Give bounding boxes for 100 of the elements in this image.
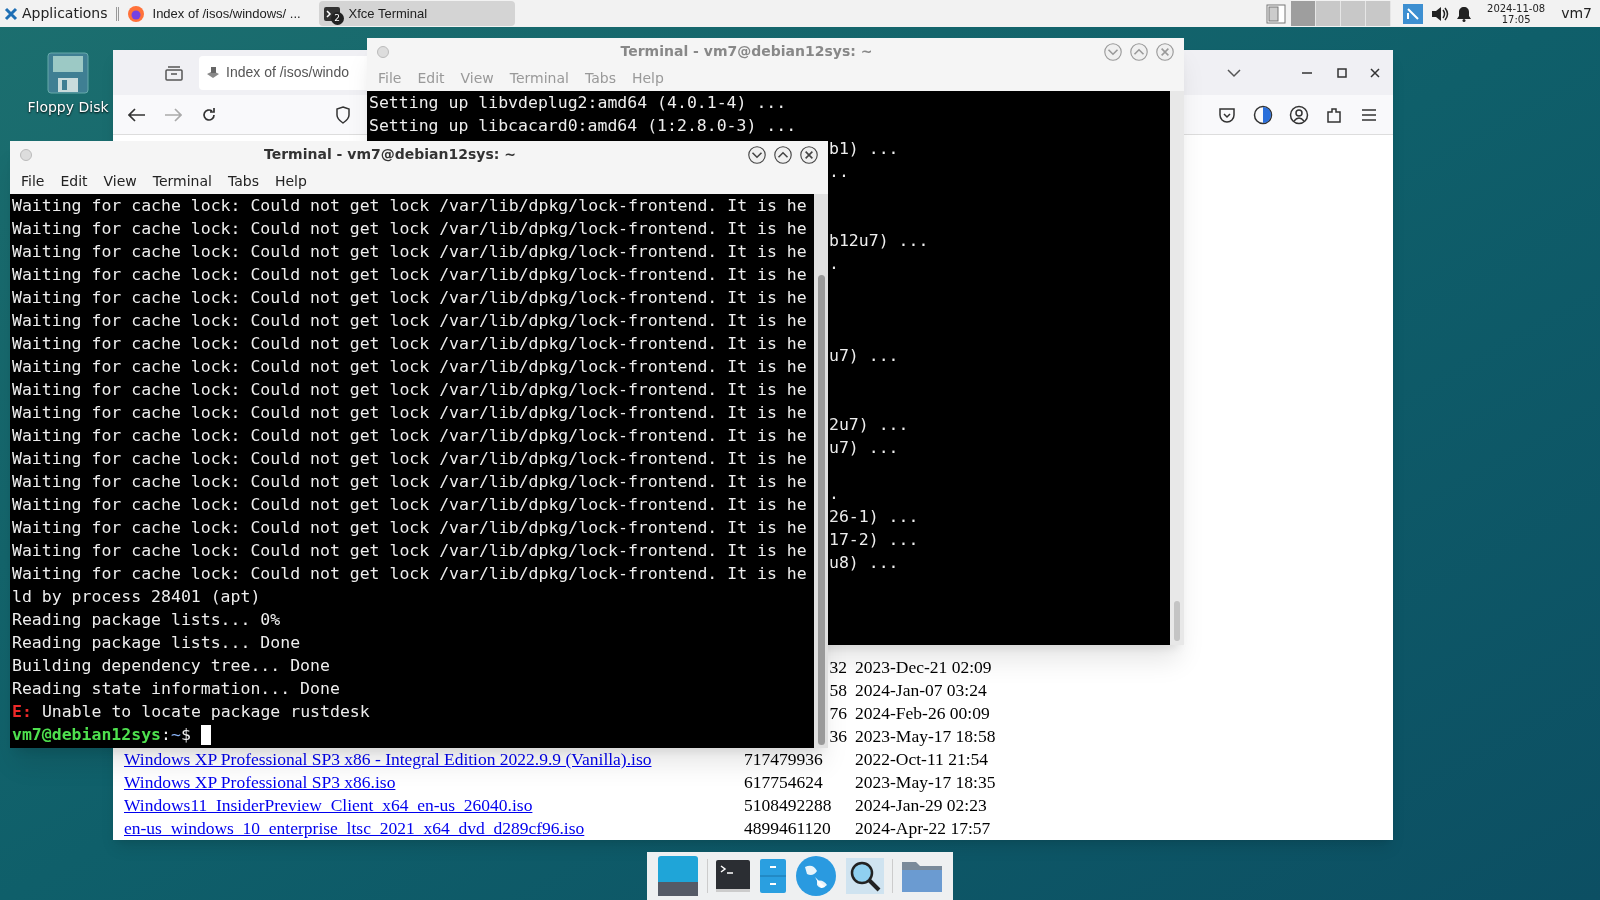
- file-link[interactable]: en-us_windows_10_enterprise_ltsc_2021_x64_dvd_d289cf96.iso: [124, 818, 585, 839]
- terminal-line: Waiting for cache lock: Could not get lock /var/lib/dpkg/lock-frontend. It is he: [12, 495, 807, 514]
- terminal-line: 17-2) ...: [829, 530, 919, 549]
- file-date: 2023-Dec-21 02:09: [855, 656, 992, 680]
- search-icon[interactable]: [844, 857, 885, 895]
- file-link[interactable]: Windows XP Professional SP3 x86.iso: [124, 772, 396, 793]
- terminal-icon[interactable]: [715, 859, 752, 893]
- terminal-line: u7) ...: [829, 438, 899, 457]
- file-size: 76: [829, 703, 847, 724]
- file-size: 4899461120: [744, 818, 831, 839]
- file-cabinet-icon[interactable]: [759, 858, 788, 894]
- close-icon[interactable]: [800, 145, 818, 164]
- notification-bell-icon[interactable]: [1457, 5, 1472, 22]
- terminal-line: Setting up libvdeplug2:amd64 (4.0.1-4) ...: [369, 93, 787, 112]
- terminal-line: Waiting for cache lock: Could not get lock /var/lib/dpkg/lock-frontend. It is he: [12, 403, 807, 422]
- applications-menu[interactable]: Applications: [0, 0, 116, 27]
- reload-icon[interactable]: [201, 106, 217, 123]
- terminal-line: Waiting for cache lock: Could not get lock /var/lib/dpkg/lock-frontend. It is he: [12, 426, 807, 445]
- window-title: Terminal - vm7@debian12sys: ~: [619, 42, 874, 61]
- file-size: 32: [829, 657, 847, 678]
- terminal-line: Waiting for cache lock: Could not get lock /var/lib/dpkg/lock-frontend. It is he: [12, 380, 807, 399]
- browser-icon: [126, 4, 145, 23]
- terminal-line: 2u7) ...: [829, 415, 909, 434]
- terminal-line: ld by process 28401 (apt): [12, 587, 261, 606]
- menu-item[interactable]: Help: [267, 170, 314, 192]
- terminal-line: Waiting for cache lock: Could not get lock /var/lib/dpkg/lock-frontend. It is he: [12, 265, 807, 284]
- terminal-line: Setting up libcacard0:amd64 (1:2.8.0-3) ...: [369, 116, 797, 135]
- terminal-line: u7) ...: [829, 346, 899, 365]
- back-arrow-icon[interactable]: [128, 107, 146, 122]
- terminal-line: Reading package lists... Done: [12, 633, 301, 652]
- terminal-icon: [322, 4, 341, 23]
- terminal-line: ..: [829, 162, 849, 181]
- pocket-icon[interactable]: [1218, 105, 1236, 124]
- globe-icon[interactable]: [794, 855, 837, 897]
- account-icon[interactable]: [1289, 104, 1309, 125]
- terminal-line: Building dependency tree... Done: [12, 656, 330, 675]
- terminal-line: Waiting for cache lock: Could not get lock /var/lib/dpkg/lock-frontend. It is he: [12, 242, 807, 261]
- terminal-line: Waiting for cache lock: Could not get lock /var/lib/dpkg/lock-frontend. It is he: [12, 541, 807, 560]
- file-size: 5108492288: [744, 795, 832, 816]
- maximize-icon[interactable]: [1336, 66, 1348, 79]
- desktop-icon[interactable]: [657, 855, 699, 897]
- file-date: 2022-Oct-11 21:54: [855, 748, 988, 772]
- file-size: 717479936: [744, 749, 823, 770]
- minimize-icon[interactable]: [748, 145, 766, 164]
- file-date: 2024-Jan-07 03:24: [855, 679, 987, 703]
- maximize-icon[interactable]: [774, 145, 792, 164]
- file-link[interactable]: Windows XP Professional SP3 x86 - Integral Edition 2022.9.9 (Vanilla).iso: [124, 749, 652, 770]
- menu-item[interactable]: View: [96, 170, 144, 192]
- prompt-separator: :: [161, 724, 171, 746]
- file-size: 617754624: [744, 772, 823, 793]
- menu-item[interactable]: Terminal: [145, 170, 219, 192]
- menu-item[interactable]: Edit: [53, 170, 95, 192]
- prompt-path: ~: [170, 724, 181, 746]
- terminal-line: Waiting for cache lock: Could not get lock /var/lib/dpkg/lock-frontend. It is he: [12, 357, 807, 376]
- window-icon[interactable]: [1265, 2, 1288, 25]
- error-label: E:: [12, 701, 32, 723]
- file-link[interactable]: Windows11_InsiderPreview_Client_x64_en-us_26040.iso: [124, 795, 533, 816]
- terminal-line: Waiting for cache lock: Could not get lock /var/lib/dpkg/lock-frontend. It is he: [12, 449, 807, 468]
- taskbar-button[interactable]: Index of /isos/windows/ ...: [122, 1, 319, 26]
- clock[interactable]: 2024-11-08 17:05: [1487, 2, 1546, 25]
- terminal-line: Reading state information... Done: [12, 679, 340, 698]
- xfce-logo-icon: [4, 6, 18, 21]
- terminal-line: Waiting for cache lock: Could not get lock /var/lib/dpkg/lock-frontend. It is he: [12, 311, 807, 330]
- file-date: 2024-Apr-22 17:57: [855, 817, 991, 841]
- circle-icon[interactable]: [1253, 104, 1273, 125]
- terminal-line: Waiting for cache lock: Could not get lock /var/lib/dpkg/lock-frontend. It is he: [12, 334, 807, 353]
- folder-icon[interactable]: [900, 859, 943, 893]
- terminal-line: Unable to locate package rustdesk: [41, 701, 370, 723]
- terminal-line: 26-1) ...: [829, 507, 919, 526]
- terminal-line: .: [829, 484, 839, 503]
- chevron-down-icon[interactable]: [1227, 67, 1241, 78]
- terminal-line: b1) ...: [829, 139, 899, 158]
- file-size: 58: [829, 680, 847, 701]
- network-icon[interactable]: [1403, 3, 1424, 24]
- file-size: 36: [829, 726, 847, 747]
- terminal-line: Reading package lists... 0%: [12, 610, 281, 629]
- prompt-symbol: $: [180, 724, 191, 746]
- close-icon[interactable]: [1369, 66, 1381, 79]
- menu-item[interactable]: File: [14, 170, 52, 192]
- file-date: 2023-May-17 18:35: [855, 771, 996, 795]
- user-menu[interactable]: vm7: [1561, 3, 1600, 24]
- terminal-line: u8) ...: [829, 553, 899, 572]
- text-cursor: [200, 724, 211, 745]
- terminal-line: Waiting for cache lock: Could not get lock /var/lib/dpkg/lock-frontend. It is he: [12, 518, 807, 537]
- file-date: 2024-Feb-26 00:09: [855, 702, 990, 726]
- desktop-icon-label[interactable]: Floppy Disk: [27, 97, 109, 118]
- window-title: Terminal - vm7@debian12sys: ~: [263, 145, 517, 164]
- shield-icon[interactable]: [335, 105, 351, 124]
- tab-list-icon[interactable]: [165, 64, 183, 81]
- terminal-line: Waiting for cache lock: Could not get lock /var/lib/dpkg/lock-frontend. It is he: [12, 288, 807, 307]
- taskbar-button[interactable]: 2 Xfce Terminal: [318, 1, 515, 26]
- file-date: 2024-Jan-29 02:23: [855, 794, 987, 818]
- volume-icon[interactable]: [1431, 5, 1450, 22]
- terminal-line: Waiting for cache lock: Could not get lock /var/lib/dpkg/lock-frontend. It is he: [12, 564, 807, 583]
- menu-item[interactable]: Tabs: [220, 170, 266, 192]
- file-date: 2023-May-17 18:58: [855, 725, 996, 749]
- terminal-line: Waiting for cache lock: Could not get lock /var/lib/dpkg/lock-frontend. It is he: [12, 196, 807, 215]
- menu-icon[interactable]: [1361, 107, 1377, 122]
- terminal-line: Waiting for cache lock: Could not get lock /var/lib/dpkg/lock-frontend. It is he: [12, 219, 807, 238]
- terminal-line: b12u7) ...: [829, 231, 929, 250]
